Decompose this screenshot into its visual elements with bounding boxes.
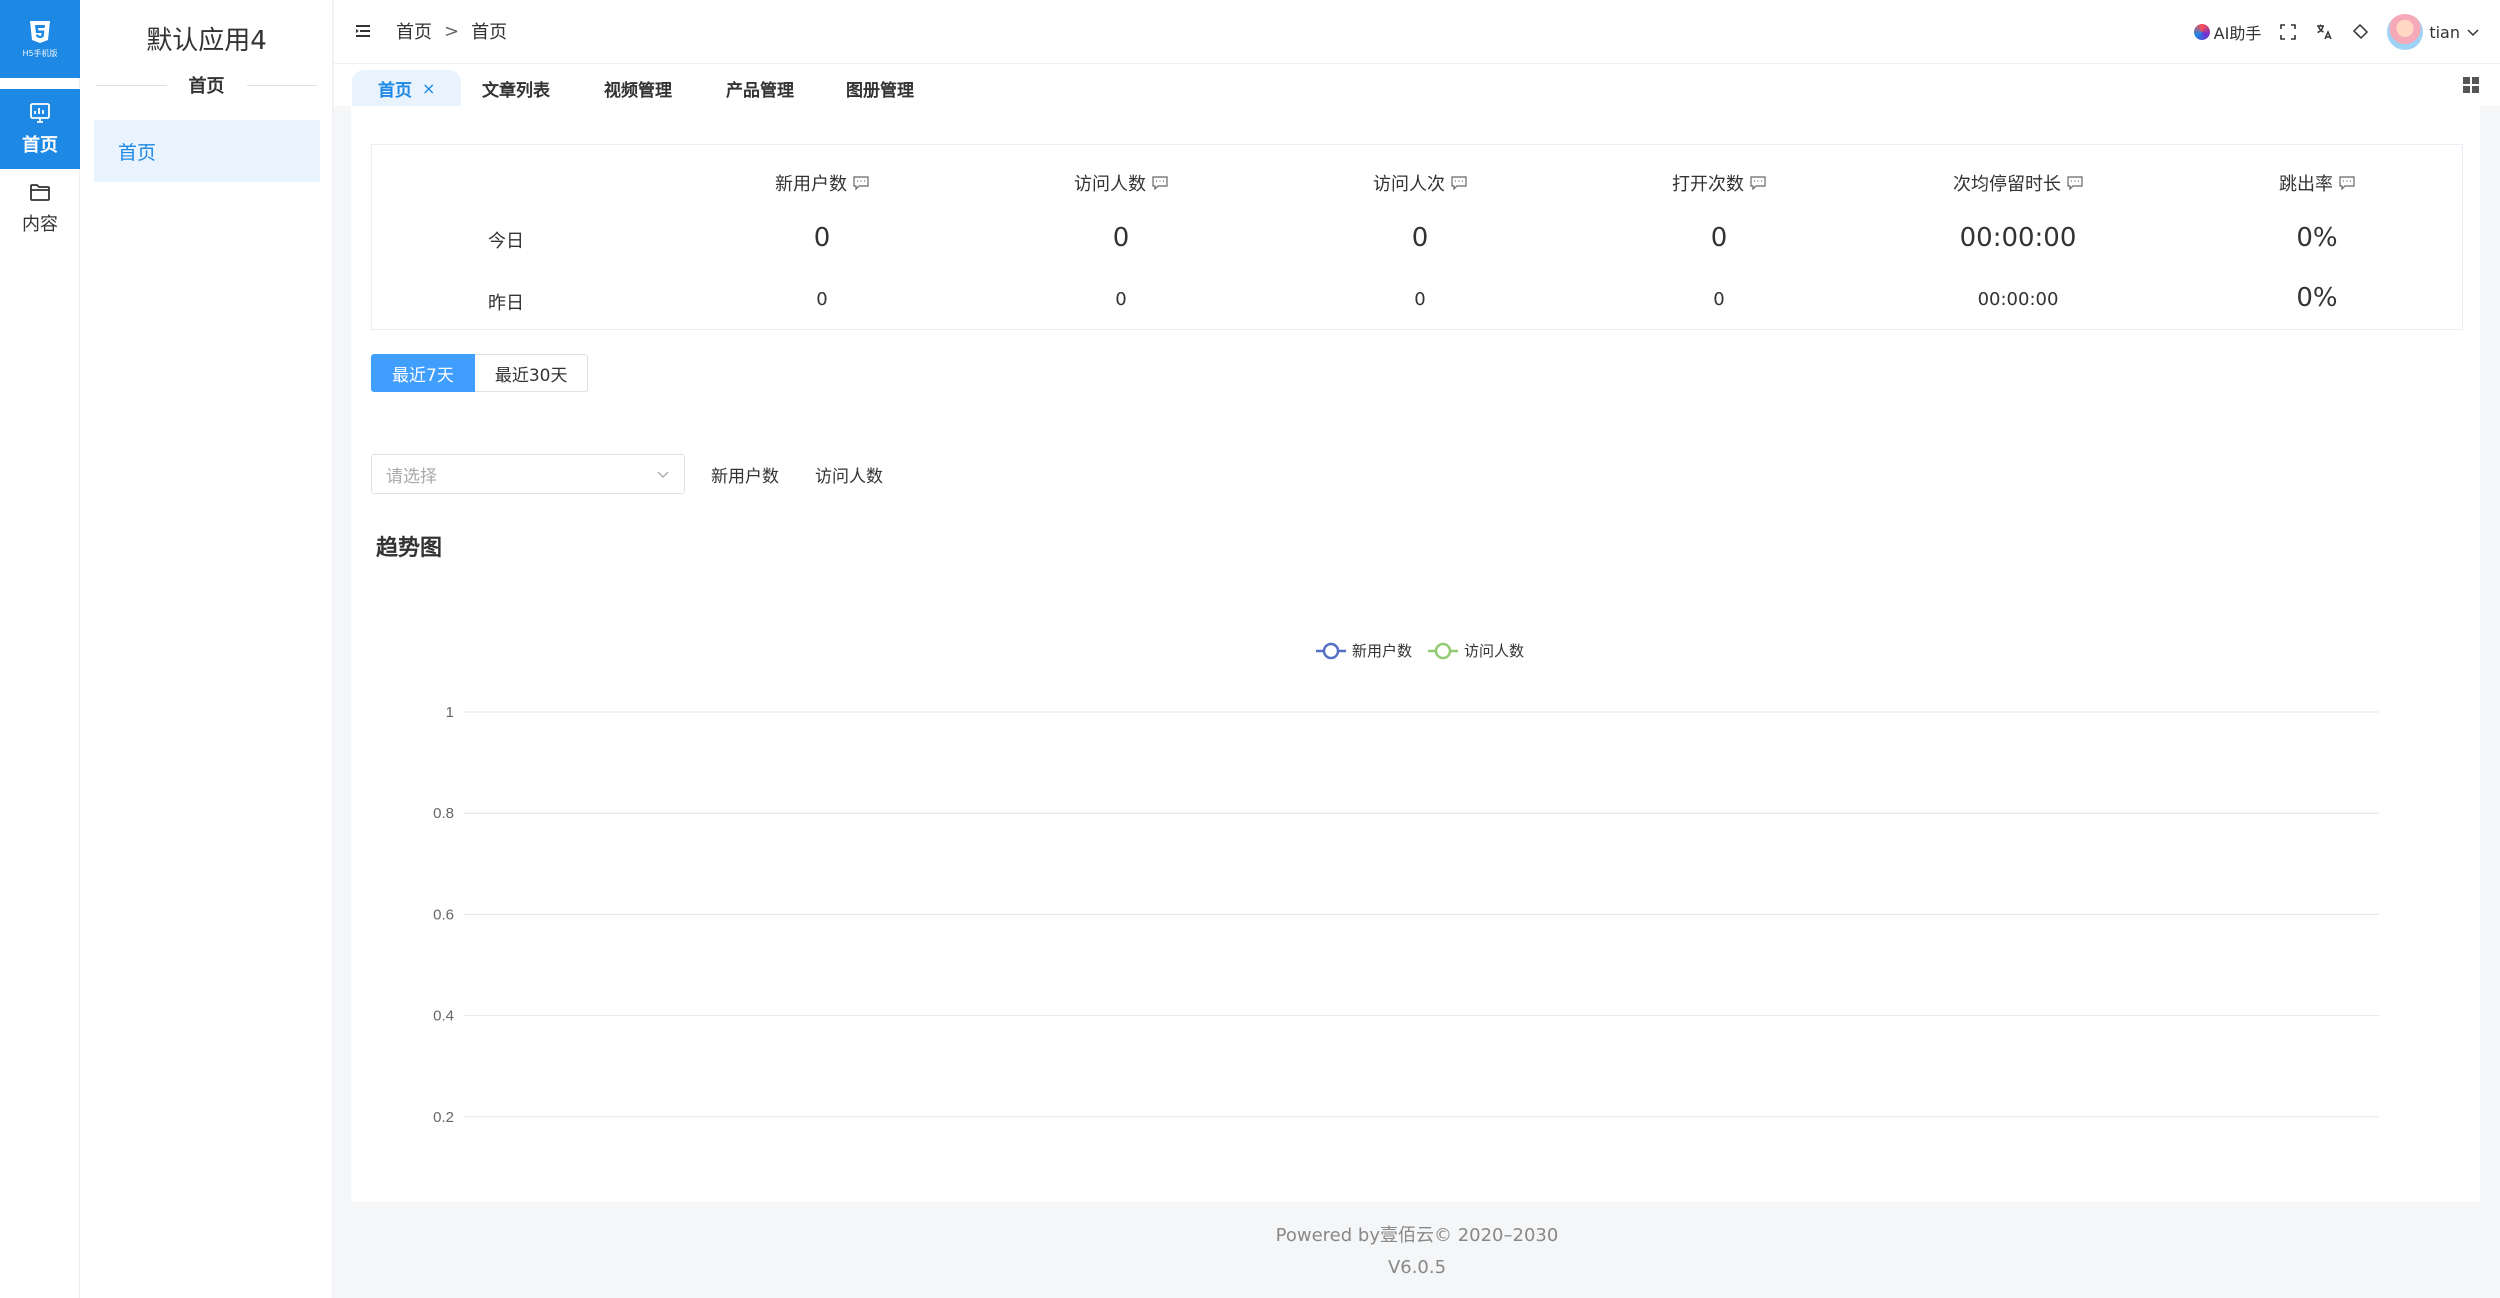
logo-caption: H5手机版	[22, 48, 58, 58]
comment-icon[interactable]	[1152, 176, 1168, 190]
stat-value: 0	[1414, 289, 1426, 310]
y-tick-label: 0.6	[433, 906, 454, 923]
comment-icon[interactable]	[1750, 176, 1766, 190]
ai-assistant-label: AI助手	[2213, 24, 2262, 43]
rail-item-label: 内容	[22, 214, 58, 235]
app-logo[interactable]: H5手机版	[0, 0, 80, 78]
metric-select[interactable]: 请选择	[371, 454, 685, 494]
stat-value: 0%	[2296, 283, 2338, 313]
date-range-toggle: 最近7天 最近30天	[371, 354, 589, 392]
stat-value: 0%	[2296, 223, 2338, 253]
theme-brush-icon[interactable]	[2351, 23, 2369, 41]
stats-header: 访问人数	[1074, 170, 1168, 196]
app-title: 默认应用4	[146, 26, 267, 56]
row-label-yesterday: 昨日	[488, 293, 524, 314]
comment-icon[interactable]	[2067, 176, 2083, 190]
stat-value: 00:00:00	[1959, 223, 2077, 253]
stat-value: 0	[1115, 289, 1127, 310]
top-bar: 首页 > 首页 AI助手 tian	[334, 0, 2500, 64]
tab-video-manage[interactable]: 视频管理	[604, 70, 672, 106]
breadcrumb-separator: >	[444, 20, 460, 42]
select-placeholder: 请选择	[386, 466, 437, 487]
filter-new-users-link[interactable]: 新用户数	[711, 462, 779, 487]
footer: Powered by壹佰云© 2020–2030 V6.0.5	[334, 1220, 2500, 1284]
footer-version: V6.0.5	[1387, 1257, 1447, 1278]
last-30-days-button[interactable]: 最近30天	[474, 354, 589, 392]
sidebar-section-label: 首页	[188, 76, 225, 97]
stats-header: 打开次数	[1672, 170, 1766, 196]
divider	[96, 84, 167, 86]
icon-rail: H5手机版 首页 内容	[0, 0, 80, 1298]
rail-item-home[interactable]: 首页	[0, 89, 80, 169]
comment-icon[interactable]	[853, 176, 869, 190]
username: tian	[2429, 22, 2460, 42]
filter-visitors-link[interactable]: 访问人数	[815, 462, 883, 487]
comment-icon[interactable]	[2339, 176, 2355, 190]
header-label: 访问人数	[1074, 174, 1146, 195]
chart-icon	[30, 103, 50, 123]
last-7-days-button[interactable]: 最近7天	[371, 354, 475, 392]
header-label: 打开次数	[1672, 174, 1744, 195]
footer-powered-by: Powered by壹佰云© 2020–2030	[1275, 1225, 1559, 1246]
stat-value: 0	[1710, 223, 1728, 253]
user-menu[interactable]: tian	[2387, 14, 2480, 50]
stat-value: 0	[813, 223, 831, 253]
chevron-down-icon	[657, 471, 669, 478]
tab-article-list[interactable]: 文章列表	[482, 70, 550, 106]
fullscreen-icon[interactable]	[2279, 23, 2297, 41]
stat-value: 0	[1411, 223, 1429, 253]
stat-value: 00:00:00	[1977, 289, 2059, 310]
stat-value: 0	[816, 289, 828, 310]
breadcrumb: 首页 > 首页	[396, 18, 507, 44]
chevron-down-icon	[2467, 29, 2479, 37]
header-label: 访问人次	[1373, 174, 1445, 195]
avatar	[2387, 14, 2424, 50]
y-tick-label: 0.8	[433, 805, 454, 822]
y-tick-label: 0.2	[433, 1109, 454, 1126]
top-actions: AI助手 tian	[2193, 14, 2480, 50]
stat-value: 0	[1713, 289, 1725, 310]
y-tick-label: 1	[446, 704, 454, 721]
header-label: 新用户数	[775, 174, 847, 195]
header-label: 次均停留时长	[1953, 174, 2061, 195]
rail-item-label: 首页	[22, 135, 58, 156]
folder-icon	[30, 184, 50, 201]
metric-filter: 请选择 新用户数 访问人数	[371, 454, 883, 494]
tab-album-manage[interactable]: 图册管理	[846, 70, 914, 106]
sidebar-section-header: 首页	[96, 70, 317, 100]
breadcrumb-item: 首页	[471, 22, 508, 43]
tab-product-manage[interactable]: 产品管理	[726, 70, 794, 106]
ai-logo-icon	[2193, 24, 2210, 40]
stat-value: 0	[1112, 223, 1130, 253]
legend-marker	[1434, 642, 1452, 660]
legend-marker	[1322, 642, 1340, 660]
rail-item-content[interactable]: 内容	[0, 168, 80, 248]
stats-header: 新用户数	[775, 170, 869, 196]
menu-toggle-icon[interactable]	[354, 22, 372, 40]
ai-assistant-button[interactable]: AI助手	[2193, 20, 2262, 44]
header-label: 跳出率	[2279, 174, 2333, 195]
row-label-today: 今日	[488, 231, 524, 252]
tab-home[interactable]: 首页 ×	[352, 70, 462, 106]
tab-bar: 首页 × 文章列表 视频管理 产品管理 图册管理	[334, 64, 2500, 106]
y-tick-label: 0.4	[433, 1008, 454, 1025]
stats-table: 新用户数 访问人数 访问人次 打开次数 次均停留时长 跳出率 今日 0 0 0 …	[371, 144, 2463, 330]
trend-chart: 10.80.60.40.202024-07-012024-07-022024-0…	[433, 642, 2379, 1126]
stats-header: 访问人次	[1373, 170, 1467, 196]
sidebar-item-home[interactable]: 首页	[94, 120, 320, 182]
legend-label: 新用户数	[1352, 643, 1412, 660]
translate-icon[interactable]	[2315, 23, 2333, 41]
secondary-sidebar: 默认应用4 首页 首页	[80, 0, 333, 1298]
html5-logo-icon	[30, 20, 50, 43]
divider	[246, 84, 317, 86]
breadcrumb-item[interactable]: 首页	[396, 18, 432, 44]
tab-label: 首页	[378, 80, 412, 101]
legend-label: 访问人数	[1464, 643, 1524, 660]
stats-header: 跳出率	[2279, 170, 2355, 196]
close-icon[interactable]: ×	[422, 79, 435, 98]
grid-menu-icon[interactable]	[2462, 76, 2480, 94]
main-panel: 新用户数 访问人数 访问人次 打开次数 次均停留时长 跳出率 今日 0 0 0 …	[351, 106, 2480, 1202]
comment-icon[interactable]	[1451, 176, 1467, 190]
stats-header: 次均停留时长	[1953, 170, 2083, 196]
